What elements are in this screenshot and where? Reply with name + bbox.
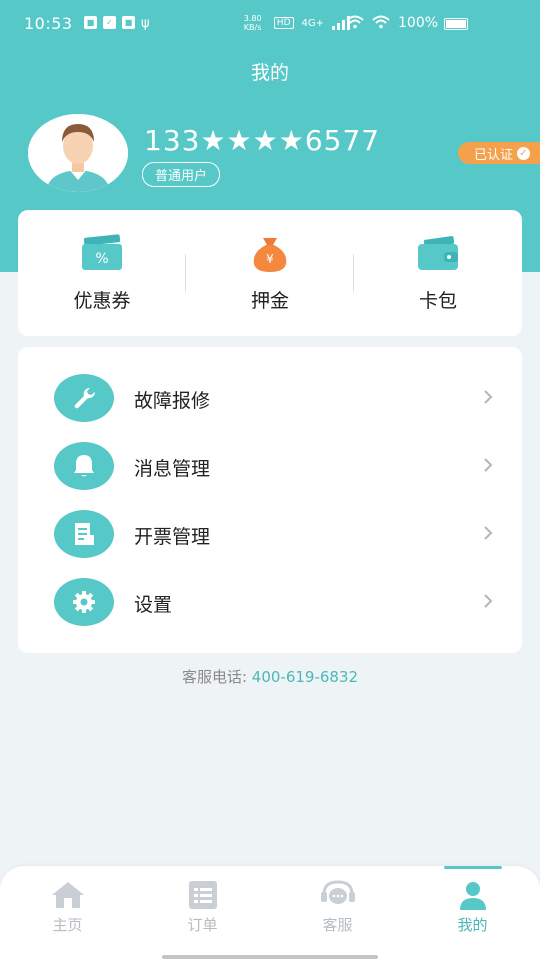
person-icon bbox=[459, 882, 486, 910]
battery-icon bbox=[444, 18, 468, 30]
chevron-right-icon bbox=[484, 458, 493, 472]
tab-label: 订单 bbox=[187, 916, 218, 934]
menu-item-settings[interactable]: 设置 bbox=[18, 568, 522, 636]
gear-icon bbox=[73, 591, 95, 613]
bottom-tab-bar: 主页 订单 客服 我的 bbox=[0, 866, 540, 960]
status-time: 10:53 bbox=[24, 14, 73, 33]
tab-label: 主页 bbox=[52, 916, 83, 934]
svg-text:¥: ¥ bbox=[266, 252, 274, 266]
menu-item-invoice[interactable]: 开票管理 bbox=[18, 500, 522, 568]
notification-check-icon: ✓ bbox=[103, 16, 116, 29]
home-indicator bbox=[162, 955, 378, 959]
customer-service-icon bbox=[320, 880, 355, 904]
notification-app-icon: ■ bbox=[84, 16, 97, 29]
tab-home[interactable]: 主页 bbox=[0, 866, 135, 946]
page-title: 我的 bbox=[250, 62, 289, 84]
battery-percent: 100% bbox=[398, 15, 439, 31]
menu-icon-bg bbox=[54, 442, 114, 490]
order-list-icon bbox=[188, 881, 217, 909]
avatar[interactable] bbox=[28, 114, 128, 192]
menu-item-label: 设置 bbox=[134, 594, 173, 616]
wallet-item-coupon[interactable]: % 优惠券 bbox=[18, 210, 186, 336]
hd-icon: HD bbox=[273, 17, 294, 29]
verified-label: 已认证 bbox=[473, 147, 513, 163]
menu-icon-bg bbox=[54, 374, 114, 422]
tab-customer-service[interactable]: 客服 bbox=[270, 866, 405, 946]
tab-mine[interactable]: 我的 bbox=[405, 866, 540, 946]
status-notification-icons: ■ ✓ ■ ψ bbox=[84, 16, 150, 31]
chevron-right-icon bbox=[484, 594, 493, 608]
active-tab-indicator bbox=[444, 866, 502, 869]
tab-orders[interactable]: 订单 bbox=[135, 866, 270, 946]
hotline-number[interactable]: 400-619-6832 bbox=[252, 668, 358, 686]
chevron-right-icon bbox=[484, 390, 493, 404]
tab-label: 客服 bbox=[322, 916, 353, 934]
status-indicators: 3.80 KB/s HD 4G+ bbox=[244, 14, 350, 32]
menu-item-messages[interactable]: 消息管理 bbox=[18, 432, 522, 500]
menu-item-label: 故障报修 bbox=[134, 390, 211, 412]
customer-hotline: 客服电话: 400-619-6832 bbox=[0, 666, 540, 687]
menu-icon-bg bbox=[54, 578, 114, 626]
wallet-item-label: 押金 bbox=[250, 290, 289, 312]
notification-app-icon: ■ bbox=[122, 16, 135, 29]
invoice-icon bbox=[75, 523, 94, 545]
wallet-card: % 优惠券 ¥ 押金 卡包 bbox=[18, 210, 522, 336]
bell-icon bbox=[74, 455, 94, 477]
net-speed: 3.80 KB/s bbox=[243, 14, 262, 32]
verified-badge[interactable]: 已认证 ✓ bbox=[457, 142, 540, 164]
menu-card: 故障报修 消息管理 开票管理 设置 bbox=[18, 347, 522, 653]
wallet-item-deposit[interactable]: ¥ 押金 bbox=[186, 210, 354, 336]
menu-item-repair[interactable]: 故障报修 bbox=[18, 364, 522, 432]
wrench-icon bbox=[74, 387, 96, 409]
avatar-person-icon bbox=[28, 114, 128, 192]
menu-item-label: 消息管理 bbox=[134, 458, 211, 480]
check-icon: ✓ bbox=[517, 146, 530, 160]
user-phone-number: 133★★★★6577 bbox=[144, 124, 381, 157]
hotline-label: 客服电话: bbox=[181, 668, 252, 686]
network-type: 4G+ bbox=[301, 17, 325, 29]
money-bag-icon: ¥ bbox=[253, 238, 287, 272]
usb-icon: ψ bbox=[141, 16, 150, 31]
svg-text:%: % bbox=[95, 251, 108, 267]
wallet-icon bbox=[418, 236, 458, 270]
home-icon bbox=[51, 882, 84, 908]
wallet-item-label: 卡包 bbox=[418, 290, 457, 312]
coupon-icon: % bbox=[82, 234, 122, 270]
user-type-badge: 普通用户 bbox=[142, 162, 221, 187]
chevron-right-icon bbox=[484, 526, 493, 540]
status-bar: 10:53 ■ ✓ ■ ψ 3.80 KB/s HD 4G+ 100% bbox=[0, 0, 540, 48]
wifi-icon bbox=[372, 15, 390, 29]
wallet-item-label: 优惠券 bbox=[73, 290, 131, 312]
menu-icon-bg bbox=[54, 510, 114, 558]
wallet-item-cardbag[interactable]: 卡包 bbox=[354, 210, 522, 336]
tab-label: 我的 bbox=[457, 916, 488, 934]
menu-item-label: 开票管理 bbox=[134, 526, 211, 548]
wifi-icon-secondary bbox=[346, 15, 364, 29]
